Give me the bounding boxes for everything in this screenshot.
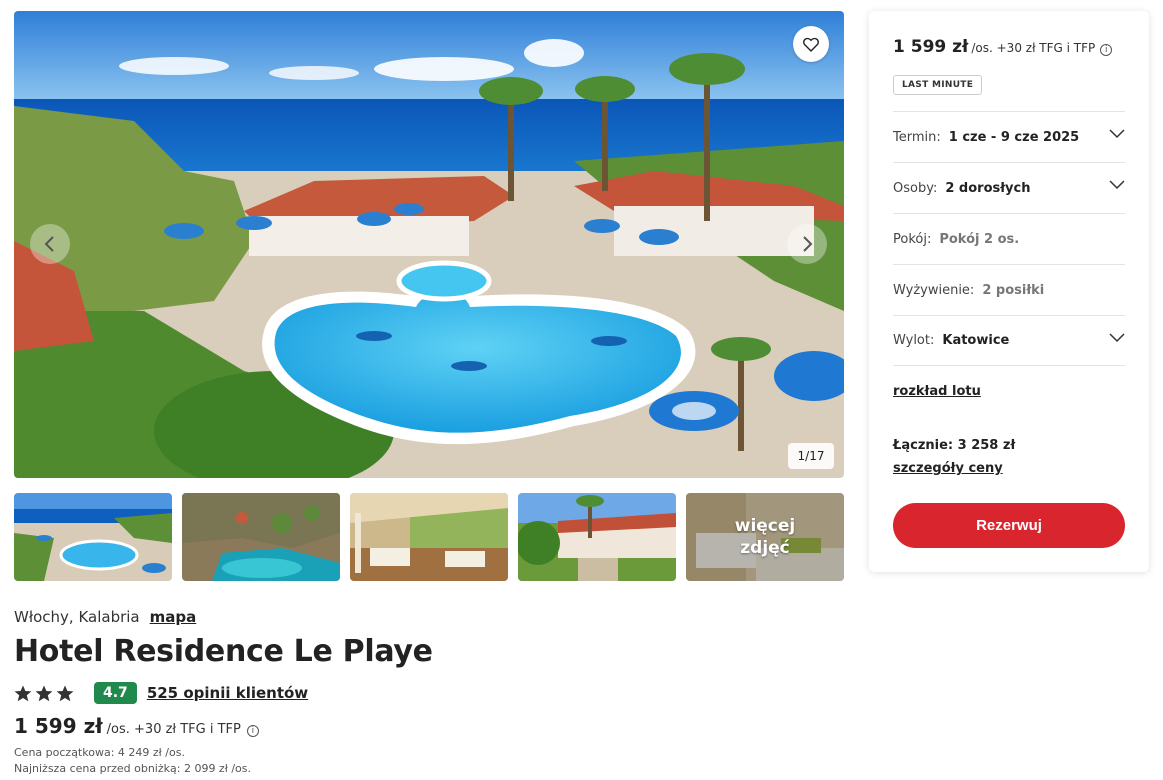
row-label: Pokój:: [893, 231, 932, 247]
chevron-down-icon: [1109, 129, 1125, 139]
star-icon: [35, 685, 53, 701]
row-label: Termin:: [893, 129, 941, 145]
thumbnail-pool[interactable]: [14, 493, 172, 581]
location: Włochy, Kalabria mapa: [14, 608, 196, 626]
departure-selector[interactable]: Wylot: Katowice: [893, 315, 1125, 366]
resort-pool-photo: [14, 11, 844, 478]
location-text: Włochy, Kalabria: [14, 608, 140, 626]
price-amount: 1 599 zł: [14, 714, 103, 738]
total-price: Łącznie: 3 258 zł: [893, 438, 1016, 453]
thumbnail-image: [350, 493, 508, 581]
favorite-button[interactable]: [793, 26, 829, 62]
gallery-next-button[interactable]: [787, 224, 827, 264]
gallery-prev-button[interactable]: [30, 224, 70, 264]
room-field: Pokój: Pokój 2 os.: [893, 213, 1125, 264]
score-badge: 4.7: [94, 682, 137, 704]
thumbnail-more-photos[interactable]: więcej zdjęć: [686, 493, 844, 581]
row-value: Katowice: [942, 333, 1010, 348]
map-link[interactable]: mapa: [150, 608, 197, 626]
last-minute-badge: LAST MINUTE: [893, 75, 983, 95]
panel-price-suffix: /os. +30 zł TFG i TFP: [971, 41, 1096, 55]
initial-price-note: Cena początkowa: 4 249 zł /os.: [14, 746, 185, 759]
chevron-left-icon: [44, 236, 54, 252]
star-icon: [14, 685, 32, 701]
flight-schedule-link[interactable]: rozkład lotu: [893, 384, 981, 399]
persons-selector[interactable]: Osoby: 2 dorosłych: [893, 162, 1125, 213]
chevron-down-icon: [1109, 333, 1125, 343]
lowest-price-note: Najniższa cena przed obniżką: 2 099 zł /…: [14, 762, 251, 775]
chevron-down-icon: [1109, 180, 1125, 190]
star-icon: [56, 685, 74, 701]
hotel-name: Hotel Residence Le Playe: [14, 634, 433, 669]
board-field: Wyżywienie: 2 posiłki: [893, 264, 1125, 315]
reviews-link[interactable]: 525 opinii klientów: [147, 684, 308, 702]
main-photo[interactable]: [14, 11, 844, 478]
price-suffix: /os. +30 zł TFG i TFP: [106, 722, 241, 737]
price-details-link[interactable]: szczegóły ceny: [893, 461, 1003, 476]
info-icon[interactable]: i: [1100, 44, 1113, 56]
thumbnail-image: [182, 493, 340, 581]
row-label: Osoby:: [893, 180, 938, 196]
thumbnail-aerial[interactable]: [182, 493, 340, 581]
row-label: Wylot:: [893, 333, 935, 348]
thumbnail-restaurant[interactable]: [350, 493, 508, 581]
row-value: 1 cze - 9 cze 2025: [948, 129, 1080, 145]
panel-price-amount: 1 599 zł: [893, 37, 969, 57]
row-value: 2 posiłki: [982, 282, 1045, 298]
rating-row: 4.7 525 opinii klientów: [14, 682, 308, 704]
row-value: Pokój 2 os.: [939, 231, 1020, 247]
chevron-right-icon: [803, 236, 813, 252]
thumbnail-image: [14, 493, 172, 581]
info-icon[interactable]: i: [246, 725, 259, 737]
photo-counter: 1/17: [788, 443, 834, 469]
booking-panel: 1 599 zł /os. +30 zł TFG i TFP i LAST MI…: [869, 11, 1149, 572]
panel-price: 1 599 zł /os. +30 zł TFG i TFP i: [893, 37, 1113, 57]
thumbnail-image: [518, 493, 676, 581]
hotel-price: 1 599 zł /os. +30 zł TFG i TFP i: [14, 714, 259, 738]
row-label: Wyżywienie:: [893, 282, 975, 298]
reserve-button[interactable]: Rezerwuj: [893, 503, 1125, 548]
term-selector[interactable]: Termin: 1 cze - 9 cze 2025: [893, 111, 1125, 162]
star-rating: [14, 685, 74, 702]
thumbnail-garden[interactable]: [518, 493, 676, 581]
row-value: 2 dorosłych: [945, 180, 1031, 196]
heart-icon: [803, 37, 819, 52]
more-photos-label: więcej zdjęć: [734, 516, 796, 558]
